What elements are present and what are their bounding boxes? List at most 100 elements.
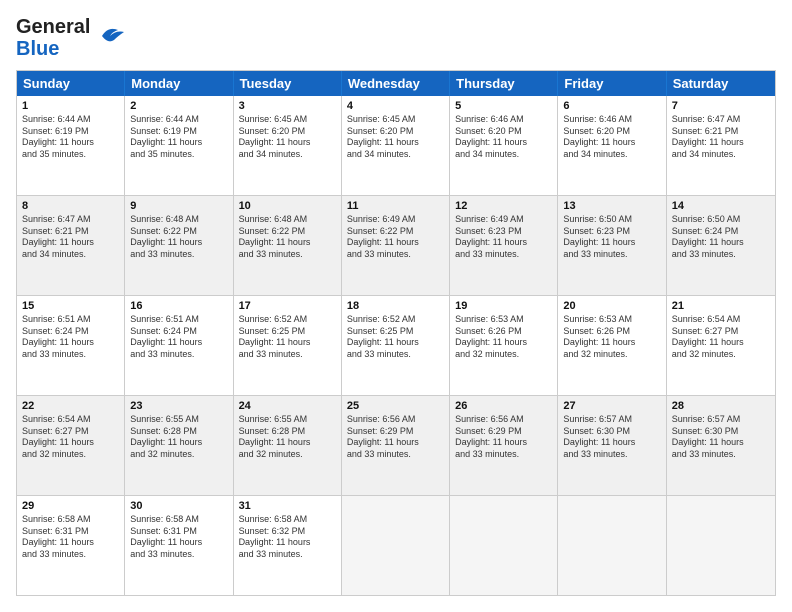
day-info: Sunrise: 6:58 AM Sunset: 6:32 PM Dayligh… [239, 514, 336, 561]
day-info: Sunrise: 6:52 AM Sunset: 6:25 PM Dayligh… [347, 314, 444, 361]
cal-cell: 5Sunrise: 6:46 AM Sunset: 6:20 PM Daylig… [450, 96, 558, 195]
day-info: Sunrise: 6:53 AM Sunset: 6:26 PM Dayligh… [563, 314, 660, 361]
cal-cell: 14Sunrise: 6:50 AM Sunset: 6:24 PM Dayli… [667, 196, 775, 295]
calendar-header: SundayMondayTuesdayWednesdayThursdayFrid… [17, 71, 775, 96]
day-info: Sunrise: 6:52 AM Sunset: 6:25 PM Dayligh… [239, 314, 336, 361]
cal-cell: 29Sunrise: 6:58 AM Sunset: 6:31 PM Dayli… [17, 496, 125, 595]
day-info: Sunrise: 6:45 AM Sunset: 6:20 PM Dayligh… [239, 114, 336, 161]
day-number: 15 [22, 300, 119, 312]
day-info: Sunrise: 6:45 AM Sunset: 6:20 PM Dayligh… [347, 114, 444, 161]
day-info: Sunrise: 6:54 AM Sunset: 6:27 PM Dayligh… [672, 314, 770, 361]
day-info: Sunrise: 6:58 AM Sunset: 6:31 PM Dayligh… [130, 514, 227, 561]
day-info: Sunrise: 6:46 AM Sunset: 6:20 PM Dayligh… [563, 114, 660, 161]
day-info: Sunrise: 6:55 AM Sunset: 6:28 PM Dayligh… [130, 414, 227, 461]
cal-cell: 17 Sunrise: 6:52 AM Sunset: 6:25 PM Dayli… [234, 296, 342, 395]
day-number: 16 [130, 300, 227, 312]
cal-cell: 31Sunrise: 6:58 AM Sunset: 6:32 PM Dayli… [234, 496, 342, 595]
cal-cell [667, 496, 775, 595]
cal-cell: 12 Sunrise: 6:49 AM Sunset: 6:23 PM Dayli… [450, 196, 558, 295]
day-info: Sunrise: 6:48 AM Sunset: 6:22 PM Dayligh… [239, 214, 336, 261]
cal-cell: 16 Sunrise: 6:51 AM Sunset: 6:24 PM Dayli… [125, 296, 233, 395]
calendar-body: 1 Sunrise: 6:44 AM Sunset: 6:19 PM Daylig… [17, 96, 775, 595]
cal-cell: 3 Sunrise: 6:45 AM Sunset: 6:20 PM Daylig… [234, 96, 342, 195]
cal-cell: 4 Sunrise: 6:45 AM Sunset: 6:20 PM Daylig… [342, 96, 450, 195]
week-row-5: 29 Sunrise: 6:58 AM Sunset: 6:31 PM Dayli… [17, 496, 775, 595]
header: General Blue [16, 16, 776, 60]
day-info: Sunrise: 6:51 AM Sunset: 6:24 PM Dayligh… [22, 314, 119, 361]
day-number: 1 [22, 100, 119, 112]
day-number: 20 [563, 300, 660, 312]
day-info: Sunrise: 6:56 AM Sunset: 6:29 PM Dayligh… [347, 414, 444, 461]
day-number: 26 [455, 400, 552, 412]
day-number: 4 [347, 100, 444, 112]
day-number: 3 [239, 100, 336, 112]
cal-cell: 22Sunrise: 6:54 AM Sunset: 6:27 PM Dayli… [17, 396, 125, 495]
cal-cell: 10 Sunrise: 6:48 AM Sunset: 6:22 PM Dayli… [234, 196, 342, 295]
header-day-tuesday: Tuesday [234, 71, 342, 96]
week-row-4: 22Sunrise: 6:54 AM Sunset: 6:27 PM Dayli… [17, 396, 775, 496]
cal-cell: 9Sunrise: 6:48 AM Sunset: 6:22 PM Daylig… [125, 196, 233, 295]
day-number: 10 [239, 200, 336, 212]
day-info: Sunrise: 6:49 AM Sunset: 6:23 PM Dayligh… [455, 214, 552, 261]
day-number: 18 [347, 300, 444, 312]
cal-cell: 18 Sunrise: 6:52 AM Sunset: 6:25 PM Dayli… [342, 296, 450, 395]
cal-cell: 25 Sunrise: 6:56 AM Sunset: 6:29 PM Dayli… [342, 396, 450, 495]
day-info: Sunrise: 6:53 AM Sunset: 6:26 PM Dayligh… [455, 314, 552, 361]
day-number: 17 [239, 300, 336, 312]
logo-blue: Blue [16, 38, 59, 60]
cal-cell: 7Sunrise: 6:47 AM Sunset: 6:21 PM Daylig… [667, 96, 775, 195]
cal-cell [558, 496, 666, 595]
cal-cell: 30 Sunrise: 6:58 AM Sunset: 6:31 PM Dayli… [125, 496, 233, 595]
day-info: Sunrise: 6:51 AM Sunset: 6:24 PM Dayligh… [130, 314, 227, 361]
cal-cell: 20 Sunrise: 6:53 AM Sunset: 6:26 PM Dayli… [558, 296, 666, 395]
day-number: 22 [22, 400, 119, 412]
cal-cell: 13 Sunrise: 6:50 AM Sunset: 6:23 PM Dayli… [558, 196, 666, 295]
cal-cell: 24Sunrise: 6:55 AM Sunset: 6:28 PM Dayli… [234, 396, 342, 495]
cal-cell: 28Sunrise: 6:57 AM Sunset: 6:30 PM Dayli… [667, 396, 775, 495]
header-day-wednesday: Wednesday [342, 71, 450, 96]
header-day-sunday: Sunday [17, 71, 125, 96]
header-day-friday: Friday [558, 71, 666, 96]
day-number: 6 [563, 100, 660, 112]
day-info: Sunrise: 6:50 AM Sunset: 6:24 PM Dayligh… [672, 214, 770, 261]
day-number: 24 [239, 400, 336, 412]
week-row-1: 1 Sunrise: 6:44 AM Sunset: 6:19 PM Daylig… [17, 96, 775, 196]
day-info: Sunrise: 6:56 AM Sunset: 6:29 PM Dayligh… [455, 414, 552, 461]
logo-bird-icon [94, 22, 126, 50]
day-info: Sunrise: 6:49 AM Sunset: 6:22 PM Dayligh… [347, 214, 444, 261]
day-number: 8 [22, 200, 119, 212]
week-row-2: 8Sunrise: 6:47 AM Sunset: 6:21 PM Daylig… [17, 196, 775, 296]
day-number: 29 [22, 500, 119, 512]
cal-cell: 15 Sunrise: 6:51 AM Sunset: 6:24 PM Dayli… [17, 296, 125, 395]
day-number: 28 [672, 400, 770, 412]
day-number: 5 [455, 100, 552, 112]
cal-cell: 1Sunrise: 6:44 AM Sunset: 6:19 PM Daylig… [17, 96, 125, 195]
day-info: Sunrise: 6:50 AM Sunset: 6:23 PM Dayligh… [563, 214, 660, 261]
day-number: 30 [130, 500, 227, 512]
cal-cell: 27Sunrise: 6:57 AM Sunset: 6:30 PM Dayli… [558, 396, 666, 495]
calendar: SundayMondayTuesdayWednesdayThursdayFrid… [16, 70, 776, 596]
header-day-thursday: Thursday [450, 71, 558, 96]
logo-general: General [16, 16, 90, 38]
cal-cell: 23 Sunrise: 6:55 AM Sunset: 6:28 PM Dayli… [125, 396, 233, 495]
day-info: Sunrise: 6:57 AM Sunset: 6:30 PM Dayligh… [563, 414, 660, 461]
day-number: 11 [347, 200, 444, 212]
cal-cell: 21 Sunrise: 6:54 AM Sunset: 6:27 PM Dayli… [667, 296, 775, 395]
day-number: 21 [672, 300, 770, 312]
day-info: Sunrise: 6:44 AM Sunset: 6:19 PM Dayligh… [130, 114, 227, 161]
day-info: Sunrise: 6:47 AM Sunset: 6:21 PM Dayligh… [672, 114, 770, 161]
day-number: 23 [130, 400, 227, 412]
week-row-3: 15 Sunrise: 6:51 AM Sunset: 6:24 PM Dayli… [17, 296, 775, 396]
cal-cell: 6 Sunrise: 6:46 AM Sunset: 6:20 PM Daylig… [558, 96, 666, 195]
cal-cell [450, 496, 558, 595]
day-number: 13 [563, 200, 660, 212]
cal-cell: 11 Sunrise: 6:49 AM Sunset: 6:22 PM Dayli… [342, 196, 450, 295]
day-info: Sunrise: 6:48 AM Sunset: 6:22 PM Dayligh… [130, 214, 227, 261]
page: General Blue SundayMondayTuesdayWednesda… [0, 0, 792, 612]
day-number: 19 [455, 300, 552, 312]
cal-cell: 2Sunrise: 6:44 AM Sunset: 6:19 PM Daylig… [125, 96, 233, 195]
cal-cell [342, 496, 450, 595]
day-number: 12 [455, 200, 552, 212]
cal-cell: 8Sunrise: 6:47 AM Sunset: 6:21 PM Daylig… [17, 196, 125, 295]
day-number: 25 [347, 400, 444, 412]
